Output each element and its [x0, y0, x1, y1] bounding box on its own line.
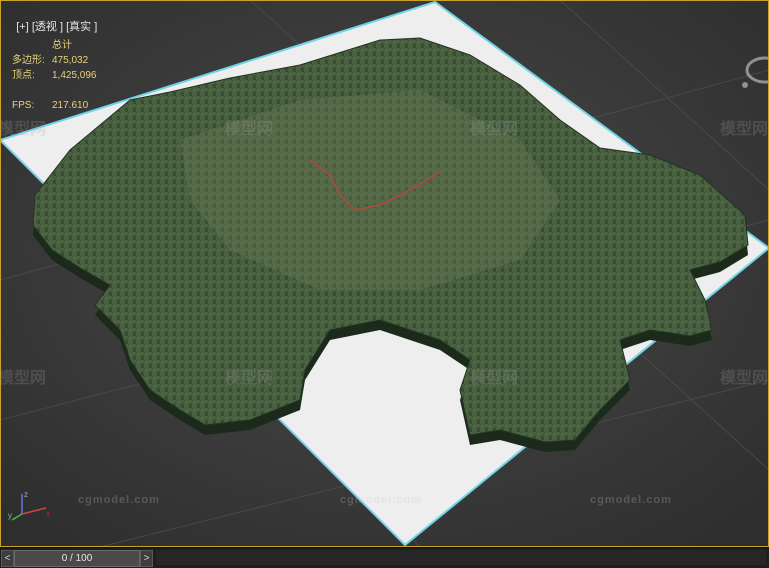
stats-polygons-row: 多边形: 475,032 — [12, 53, 97, 68]
viewport-scene — [0, 0, 769, 547]
timeline-next-button[interactable]: > — [140, 550, 153, 567]
time-slider-label: 0 / 100 — [61, 553, 93, 564]
timeline-bar: < 0 / 100 > — [0, 547, 769, 568]
perspective-viewport[interactable]: [+] [透视 ] [真实 ] 总计 多边形: 475,032 顶点: 1,42… — [0, 0, 769, 547]
axis-tripod-icon: z x y — [8, 490, 50, 521]
viewport-view-menu[interactable]: [透视 ] — [32, 21, 63, 33]
fps-value: 217.610 — [52, 100, 89, 111]
timeline-track[interactable] — [156, 550, 766, 565]
stats-vertices-row: 顶点: 1,425,096 — [12, 68, 97, 83]
timeline-prev-button[interactable]: < — [1, 550, 14, 567]
axis-y-label: y — [8, 511, 12, 520]
viewport-statistics: 总计 多边形: 475,032 顶点: 1,425,096 FPS: 217.6… — [12, 38, 97, 113]
time-slider[interactable]: 0 / 100 — [14, 550, 140, 567]
polygons-value: 475,032 — [52, 55, 89, 66]
viewport-plus-menu[interactable]: [+] — [16, 21, 29, 33]
vertices-value: 1,425,096 — [52, 70, 97, 81]
fps-label: FPS: — [12, 100, 35, 111]
viewport-shading-menu[interactable]: [真实 ] — [66, 21, 97, 33]
stats-fps-row: FPS: 217.610 — [12, 98, 97, 113]
stats-header: 总计 — [52, 40, 72, 51]
axis-z-label: z — [24, 490, 28, 499]
axis-x-label: x — [46, 509, 50, 518]
vertices-label: 顶点: — [12, 70, 35, 81]
polygons-label: 多边形: — [12, 55, 45, 66]
